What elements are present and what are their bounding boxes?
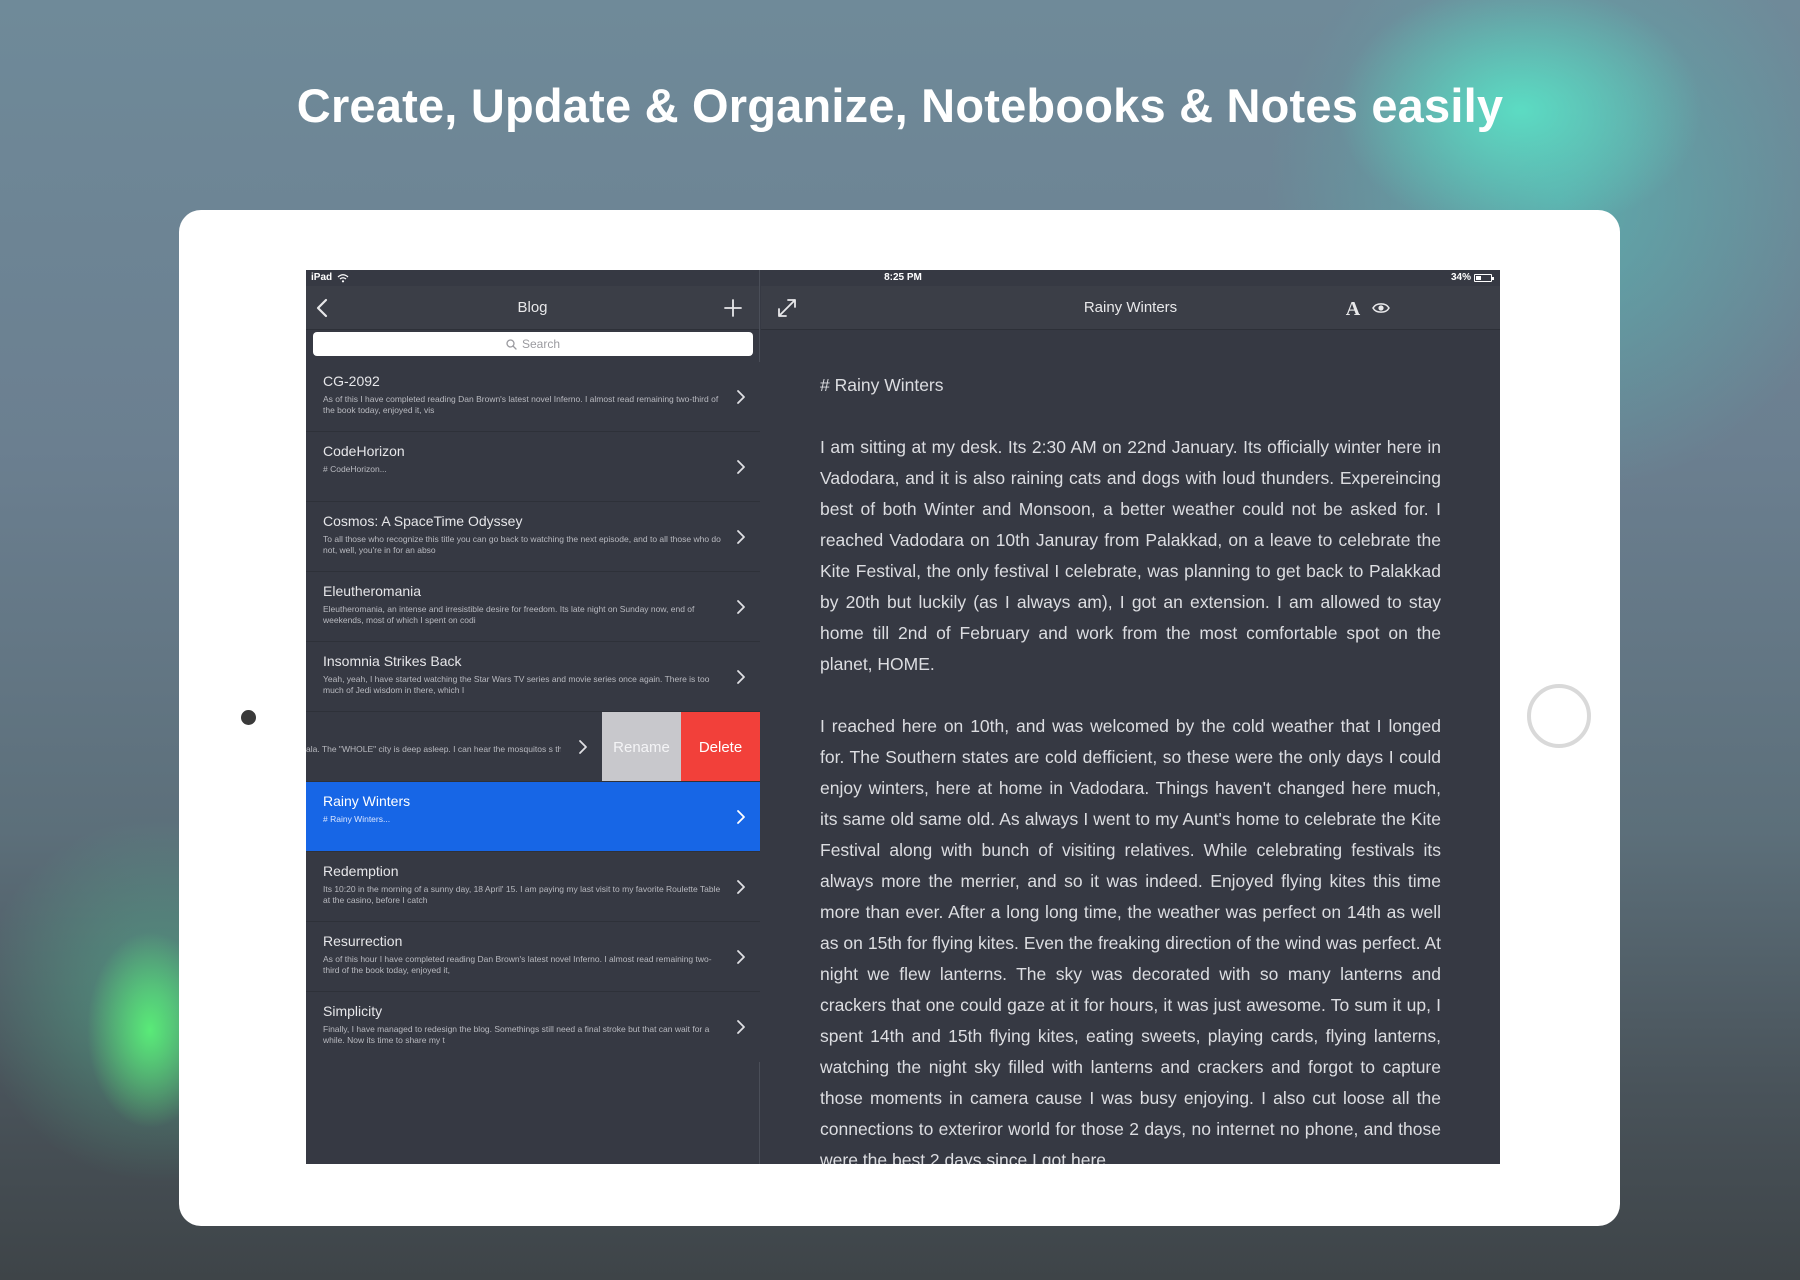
note-preview: # Rainy Winters... <box>323 814 391 824</box>
note-editor[interactable]: # Rainy Winters I am sitting at my desk.… <box>820 370 1441 1164</box>
note-row-cosmos[interactable]: Cosmos: A SpaceTime Odyssey To all those… <box>306 502 760 572</box>
note-title: Cosmos: A SpaceTime Odyssey <box>323 513 523 529</box>
chevron-right-icon <box>737 460 745 474</box>
note-title: Simplicity <box>323 1003 383 1019</box>
note-row-eleutheromania[interactable]: Eleutheromania Eleutheromania, an intens… <box>306 572 760 642</box>
search-icon <box>506 338 517 350</box>
chevron-right-icon <box>737 670 745 684</box>
note-preview: As of this hour I have completed reading… <box>323 954 712 975</box>
note-paragraph: I am sitting at my desk. Its 2:30 AM on … <box>820 437 1441 674</box>
status-time: 8:25 PM <box>884 272 922 283</box>
font-icon[interactable]: A <box>1343 298 1363 318</box>
note-row-resurrection[interactable]: Resurrection As of this hour I have comp… <box>306 922 760 992</box>
note-title: Eleutheromania <box>323 583 422 599</box>
note-preview: Finally, I have managed to redesign the … <box>323 1024 710 1045</box>
note-paragraph: I reached here on 10th, and was welcomed… <box>820 716 1441 1164</box>
note-row-rainy-winters[interactable]: Rainy Winters # Rainy Winters... <box>306 782 760 852</box>
search-input[interactable]: Search <box>313 332 753 356</box>
note-preview: Its 10:20 in the morning of a sunny day,… <box>323 884 721 905</box>
note-preview: Eleutheromania, an intense and irresisti… <box>323 604 695 625</box>
note-title: Insomnia Strikes Back <box>323 653 462 669</box>
chevron-right-icon <box>737 390 745 404</box>
camera-dot <box>241 710 256 725</box>
chevron-right-icon <box>579 740 587 754</box>
notes-list-pane: Blog Search CG-2092 As of this I have co… <box>306 270 760 1164</box>
chevron-right-icon <box>737 600 745 614</box>
note-heading: # Rainy Winters <box>820 375 944 395</box>
headline: Create, Update & Organize, Notebooks & N… <box>296 79 1504 132</box>
note-row-redemption[interactable]: Redemption Its 10:20 in the morning of a… <box>306 852 760 922</box>
preview-eye-icon[interactable] <box>1372 301 1390 315</box>
note-preview: # CodeHorizon... <box>323 464 387 474</box>
chevron-right-icon <box>737 1020 745 1034</box>
rename-button[interactable]: Rename <box>602 712 681 781</box>
note-title: CG-2092 <box>323 373 380 389</box>
svg-text:A: A <box>1346 298 1361 318</box>
note-preview: Yeah, yeah, I have started watching the … <box>323 674 710 695</box>
note-preview: As of this I have completed reading Dan … <box>323 394 719 415</box>
note-row-cg-2092[interactable]: CG-2092 As of this I have completed read… <box>306 362 760 432</box>
ipad-screen: Blog Search CG-2092 As of this I have co… <box>306 270 1500 1164</box>
editor-pane: Rainy Winters A # Rainy Winters I am sit… <box>761 270 1500 1164</box>
note-title: Rainy Winters <box>323 793 411 809</box>
search-placeholder: Search <box>521 337 561 351</box>
delete-button[interactable]: Delete <box>681 712 760 781</box>
note-row-swiped[interactable]: ala. The "WHOLE" city is deep asleep. I … <box>306 712 760 782</box>
note-row-simplicity[interactable]: Simplicity Finally, I have managed to re… <box>306 992 760 1062</box>
note-title: Resurrection <box>323 933 403 949</box>
battery-percent: 34% <box>1450 272 1471 283</box>
add-note-icon[interactable] <box>724 299 742 317</box>
list-navbar: Blog <box>306 286 759 330</box>
chevron-right-icon <box>737 810 745 824</box>
note-row-codehorizon[interactable]: CodeHorizon # CodeHorizon... <box>306 432 760 502</box>
note-preview: To all those who recognize this title yo… <box>323 534 721 555</box>
status-bar: iPad 8:25 PM 34% <box>306 270 1500 286</box>
battery-icon <box>1474 273 1494 282</box>
home-button[interactable] <box>1527 684 1591 748</box>
note-title: Redemption <box>323 863 399 879</box>
chevron-right-icon <box>737 950 745 964</box>
note-preview: ala. The "WHOLE" city is deep asleep. I … <box>306 744 561 754</box>
editor-navbar: Rainy Winters A <box>761 286 1500 330</box>
chevron-right-icon <box>737 530 745 544</box>
note-row-insomnia[interactable]: Insomnia Strikes Back Yeah, yeah, I have… <box>306 642 760 712</box>
notebook-title: Blog <box>517 299 548 316</box>
chevron-right-icon <box>737 880 745 894</box>
notes-list: CG-2092 As of this I have completed read… <box>306 362 760 1062</box>
note-title: CodeHorizon <box>323 443 405 459</box>
